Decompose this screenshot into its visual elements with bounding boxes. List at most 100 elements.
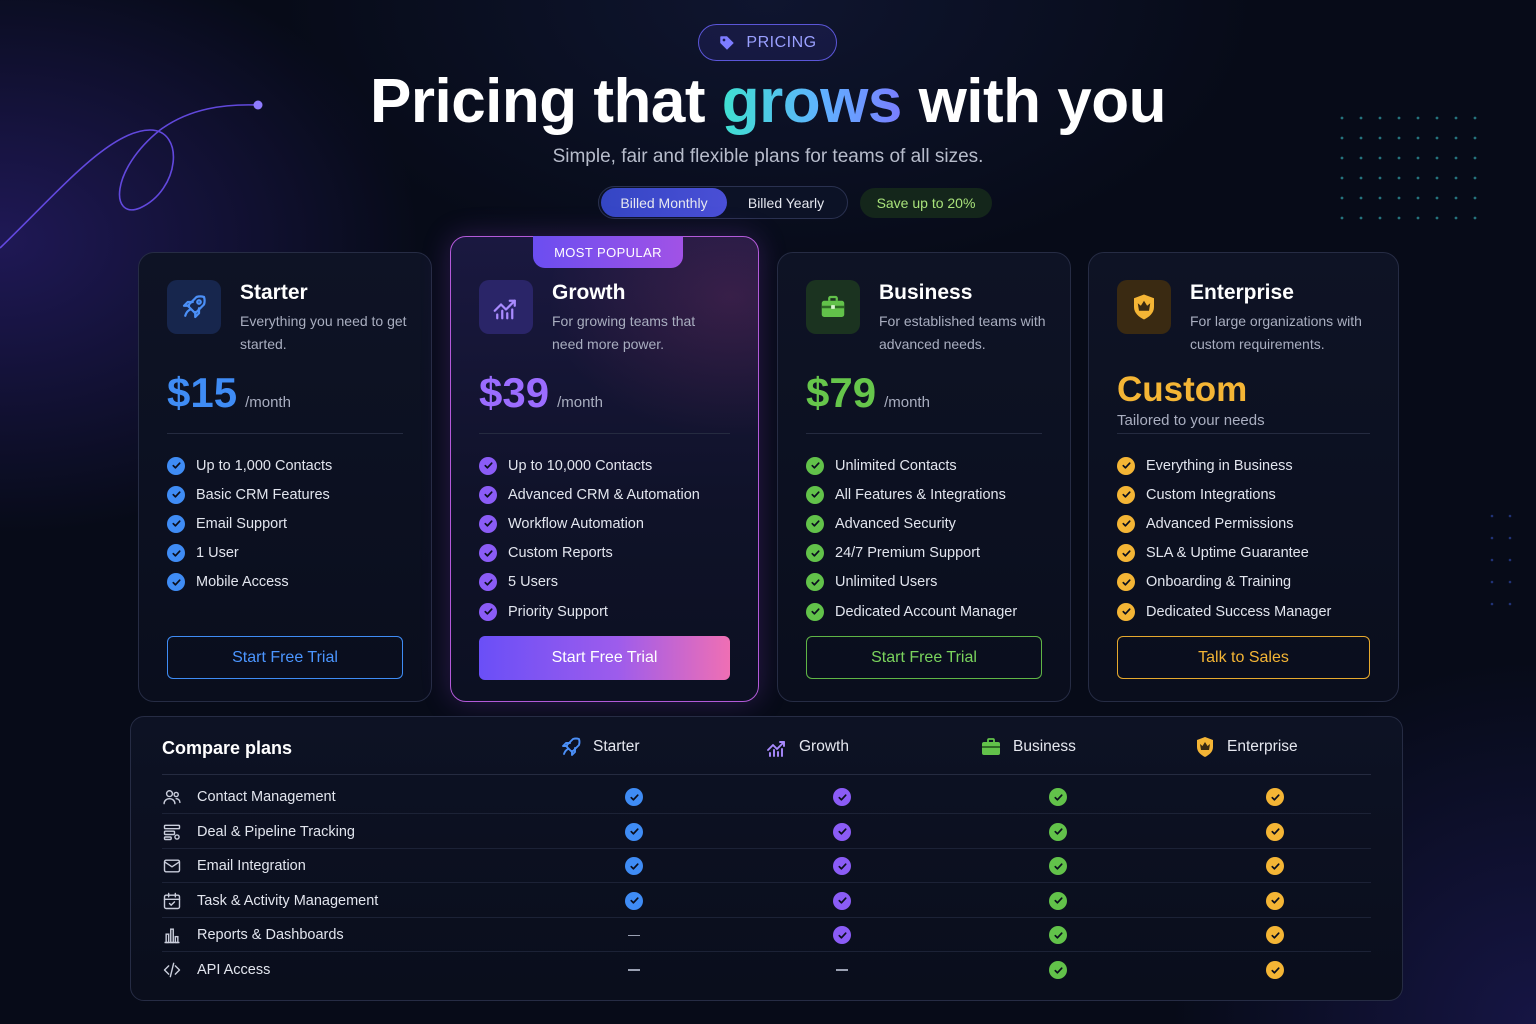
compare-feature-label: Email Integration [197,858,306,875]
decorative-dot [1378,196,1382,200]
price-period: /month [884,394,930,411]
growth-chart-icon [767,741,785,757]
decorative-dot [1435,216,1439,220]
card-divider [806,433,1042,434]
feature-item: Priority Support [479,597,700,626]
title-part-1: Pricing that [369,67,706,136]
compare-col-enterprise: Enterprise [1193,735,1298,759]
feature-label: 24/7 Premium Support [835,545,981,562]
feature-label: 1 User [196,545,239,562]
start-free-trial-button-growth[interactable]: Start Free Trial [479,636,730,680]
decorative-dot [1359,196,1363,200]
check-icon [1265,849,1285,883]
tag-icon [720,35,735,50]
feature-label: Priority Support [508,603,608,620]
feature-label: Dedicated Account Manager [835,603,1018,620]
decorative-dot [1490,514,1494,518]
feature-list: Up to 10,000 Contacts Advanced CRM & Auto… [479,451,700,626]
decorative-dot [1454,176,1458,180]
feature-list: Everything in Business Custom Integration… [1117,451,1331,626]
check-icon [479,573,497,592]
decorative-dot [1435,196,1439,200]
check-icon [167,573,185,592]
check-icon [1117,485,1135,504]
briefcase-icon [982,738,1000,755]
check-icon [1048,918,1068,952]
compare-feature: API Access [162,953,270,987]
check-icon [832,815,852,849]
price-period: /month [557,394,603,411]
decorative-dot [1378,176,1382,180]
decorative-dot [1416,176,1420,180]
talk-to-sales-button[interactable]: Talk to Sales [1117,636,1370,679]
start-free-trial-button-starter[interactable]: Start Free Trial [167,636,403,679]
decorative-dot [1340,216,1344,220]
price-row: $15 /month [167,369,291,417]
feature-label: Email Support [196,515,288,532]
feature-label: Dedicated Success Manager [1146,603,1332,620]
rocket-icon [167,280,221,334]
check-icon [624,849,644,883]
compare-feature-label: Reports & Dashboards [197,927,344,944]
users-icon [162,787,182,807]
plan-card-starter: Starter Everything you need to get start… [138,252,432,702]
compare-col-label: Business [1013,738,1076,755]
feature-label: Mobile Access [196,574,289,591]
plan-card-growth: MOST POPULAR Growth For growing teams th… [450,236,759,702]
billing-toggle[interactable]: Billed Monthly Billed Yearly [598,186,848,219]
most-popular-badge: MOST POPULAR [533,236,683,268]
briefcase-icon [806,280,860,334]
feature-label: Up to 10,000 Contacts [508,457,653,474]
check-icon [479,544,497,563]
plan-name: Enterprise [1190,281,1294,304]
compare-col-label: Starter [593,738,640,755]
plan-price: $79 [806,369,877,416]
check-icon [1048,780,1068,814]
decorative-dot [1508,536,1512,540]
billed-monthly-option[interactable]: Billed Monthly [601,188,727,217]
feature-item: Unlimited Contacts [806,451,1017,480]
compare-feature: Contact Management [162,780,336,814]
feature-item: Onboarding & Training [1117,568,1331,597]
decorative-dot [1490,536,1494,540]
dash-icon [624,953,644,987]
check-icon [624,780,644,814]
price-period: /month [245,394,291,411]
check-icon [806,485,824,504]
decorative-dot [1359,136,1363,140]
check-icon [806,514,824,533]
check-icon [624,884,644,918]
check-icon [624,815,644,849]
compare-col-label: Enterprise [1227,738,1298,755]
check-icon [479,456,497,475]
feature-label: Basic CRM Features [196,486,330,503]
decorative-dot [1454,216,1458,220]
decorative-dot [1473,136,1477,140]
crown-icon [1117,280,1171,334]
mail-icon [162,856,182,876]
check-icon [479,514,497,533]
feature-label: Custom Integrations [1146,486,1276,503]
card-divider [479,433,730,434]
decorative-dot [1340,136,1344,140]
crown-icon [1197,737,1213,757]
decorative-dot [1397,196,1401,200]
pricing-badge: PRICING [698,24,837,61]
check-icon [1265,953,1285,987]
compare-feature: Reports & Dashboards [162,918,344,952]
compare-feature: Email Integration [162,849,306,883]
plan-price: $39 [479,369,550,416]
plan-card-enterprise: Enterprise For large organizations with … [1088,252,1399,702]
check-icon [832,884,852,918]
price-note: Tailored to your needs [1117,412,1265,429]
feature-item: Advanced Permissions [1117,509,1331,538]
decorative-dot [1378,216,1382,220]
billed-yearly-option[interactable]: Billed Yearly [727,188,845,217]
start-free-trial-button-business[interactable]: Start Free Trial [806,636,1042,679]
check-icon [1117,602,1135,621]
decorative-dot [1359,216,1363,220]
feature-item: 5 Users [479,568,700,597]
compare-row: Reports & Dashboards [162,918,1371,953]
feature-label: All Features & Integrations [835,486,1006,503]
decorative-dot [1416,216,1420,220]
